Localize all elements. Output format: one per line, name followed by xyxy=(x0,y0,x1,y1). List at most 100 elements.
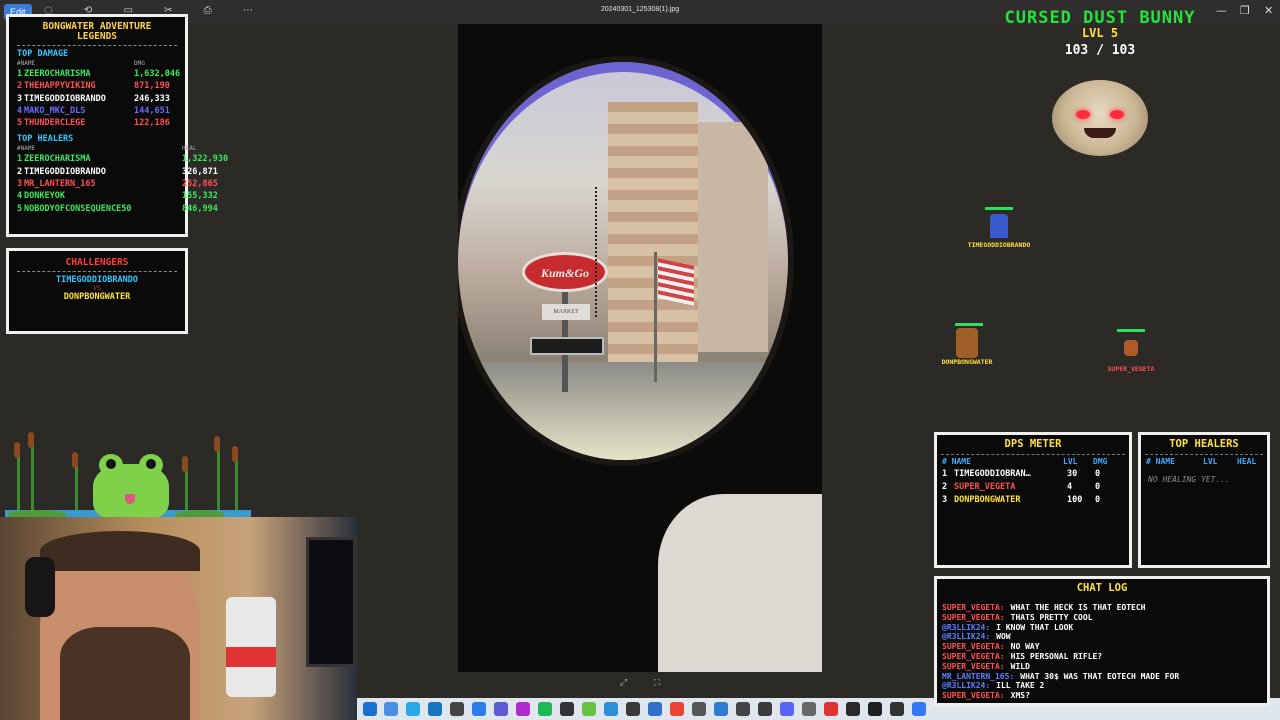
heal-column-headers: #NAME HEAL xyxy=(17,145,197,153)
app-icon[interactable] xyxy=(714,702,728,716)
chat-username: @R3LLIK24: xyxy=(942,681,991,691)
chat-message: SUPER_VEGETA: XMS? xyxy=(942,691,1267,701)
price-board xyxy=(530,337,604,355)
app-icon[interactable] xyxy=(912,702,926,716)
chrome-icon[interactable] xyxy=(670,702,684,716)
healer-row: 5 NOBODYOFCONSEQUENCE50 846,994 xyxy=(9,203,218,216)
app-icon[interactable] xyxy=(824,702,838,716)
app-icon[interactable] xyxy=(868,702,882,716)
chat-username: SUPER_VEGETA: xyxy=(942,642,1005,652)
viewer-bottom-icons[interactable]: ⤢ ⛶ xyxy=(620,678,672,688)
healers-column-headers: # NAME LVL HEAL xyxy=(1146,457,1257,466)
app-icon[interactable] xyxy=(736,702,750,716)
damage-column-headers: #NAME DMG xyxy=(17,60,145,67)
player-name: DONKEYOK xyxy=(24,191,65,202)
spotify-icon[interactable] xyxy=(538,702,552,716)
frog-icon xyxy=(93,454,169,520)
chat-log-title: CHAT LOG xyxy=(1076,582,1128,594)
cattail-icon xyxy=(14,442,20,458)
flag xyxy=(658,258,694,306)
app-icon[interactable] xyxy=(626,702,640,716)
player-name: MR_LANTERN_165 xyxy=(24,179,96,190)
boss-hp: 103 / 103 xyxy=(1064,43,1136,58)
player-name: SUPER_VEGETA xyxy=(954,482,1016,492)
rank: 5 xyxy=(17,203,23,214)
chat-message: SUPER_VEGETA: WHAT THE HECK IS THAT EOTEC… xyxy=(942,603,1267,613)
hero-hp-bar xyxy=(955,323,983,326)
top-healers-heading: TOP HEALERS xyxy=(17,134,74,145)
player-name: MAKO_MKC_DLS xyxy=(24,105,86,116)
rank: 2 xyxy=(17,166,23,177)
chat-message: @R3LLIK24: ILL TAKE 2 xyxy=(942,681,1267,691)
player-value: 246,333 xyxy=(134,93,170,104)
chat-text: WILD xyxy=(1010,661,1030,671)
challengers-panel: CHALLENGERS TIMEGODDIOBRANDO VS DONPBONG… xyxy=(6,248,188,334)
player-level: 30 xyxy=(1067,469,1078,479)
store-sign-text: Kum&Go xyxy=(540,266,589,280)
leaderboard-title: BONGWATER ADVENTURE LEGENDS xyxy=(42,21,152,42)
building xyxy=(608,102,698,362)
chat-message: MR_LANTERN_165: WHAT 30$ WAS THAT EOTECH … xyxy=(942,671,1267,682)
rank: 4 xyxy=(17,105,23,116)
app-icon[interactable] xyxy=(428,702,442,716)
ground xyxy=(458,362,788,460)
chat-text: WOW xyxy=(996,632,1011,642)
app-icon[interactable] xyxy=(890,702,904,716)
close-icon[interactable]: ✕ xyxy=(1264,4,1273,17)
damage-row: 3 TIMEGODDIOBRANDO 246,333 xyxy=(9,94,185,106)
challenger-1: TIMEGODDIOBRANDO xyxy=(56,275,138,285)
chat-message: @R3LLIK24: I KNOW THAT LOOK xyxy=(942,623,1267,633)
rank: 3 xyxy=(17,179,23,190)
damage-row: 1 ZEEROCHARISMA 1,632,046 xyxy=(9,69,185,81)
rank: 5 xyxy=(17,118,23,129)
hero-hp-bar xyxy=(985,207,1013,210)
hero-name: SUPER_VEGETA xyxy=(1107,365,1155,373)
chat-username: MR_LANTERN_165: xyxy=(942,671,1015,681)
app-icon[interactable] xyxy=(450,702,464,716)
chat-username: SUPER_VEGETA: xyxy=(942,612,1005,622)
hero-hp-bar xyxy=(1117,329,1145,332)
dps-row: 2 SUPER_VEGETA 4 0 xyxy=(937,482,1129,495)
app-icon[interactable] xyxy=(472,702,486,716)
scope-photo: Kum&Go MARKET xyxy=(458,24,822,672)
viewer-filename: 20240301_125308(1).jpg xyxy=(600,6,680,13)
app-icon[interactable] xyxy=(758,702,772,716)
dust-bunny-icon xyxy=(1052,80,1148,156)
chat-text: WHAT 30$ WAS THAT EOTECH MADE FOR xyxy=(1020,671,1180,681)
damage-row: 4 MAKO_MKC_DLS 144,651 xyxy=(9,106,185,118)
app-icon[interactable] xyxy=(604,702,618,716)
chat-message: @R3LLIK24: WOW xyxy=(942,632,1267,642)
background-monitor xyxy=(306,537,356,667)
edge-icon[interactable] xyxy=(384,702,398,716)
scope-view: Kum&Go MARKET xyxy=(458,62,788,460)
player-damage: 0 xyxy=(1095,482,1101,492)
chat-text: XMS? xyxy=(1010,691,1030,701)
start-icon[interactable] xyxy=(363,702,377,716)
app-icon[interactable] xyxy=(648,702,662,716)
app-icon[interactable] xyxy=(802,702,816,716)
scope-housing xyxy=(658,494,822,672)
player-name: TIMEGODDIOBRANDO xyxy=(24,93,106,104)
chat-username: SUPER_VEGETA: xyxy=(942,603,1005,613)
app-icon[interactable] xyxy=(560,702,574,716)
chat-message: SUPER_VEGETA: NO WAY xyxy=(942,642,1267,652)
rank: 1 xyxy=(17,69,23,79)
discord-icon[interactable] xyxy=(780,702,794,716)
player-name: THUNDERCLEGE xyxy=(24,118,86,129)
xbox-icon[interactable] xyxy=(582,702,596,716)
chat-username: SUPER_VEGETA: xyxy=(942,661,1005,671)
player-value: 144,651 xyxy=(134,105,170,116)
hero-name: TIMEGODDIOBRANDO xyxy=(967,241,1031,249)
app-icon[interactable] xyxy=(692,702,706,716)
chat-message: SUPER_VEGETA: THATS PRETTY COOL xyxy=(942,612,1267,623)
app-icon[interactable] xyxy=(846,702,860,716)
building xyxy=(698,122,768,352)
challenger-2: DONPBONGWATER xyxy=(63,292,131,302)
player-name: THEHAPPYVIKING xyxy=(24,81,96,92)
fighter-sprite xyxy=(1124,340,1138,356)
chat-messages: SUPER_VEGETA: WHAT THE HECK IS THAT EOTEC… xyxy=(942,603,1267,701)
app-icon[interactable] xyxy=(494,702,508,716)
browser-icon[interactable] xyxy=(406,702,420,716)
player-value: 846,994 xyxy=(182,203,218,214)
app-icon[interactable] xyxy=(516,702,530,716)
